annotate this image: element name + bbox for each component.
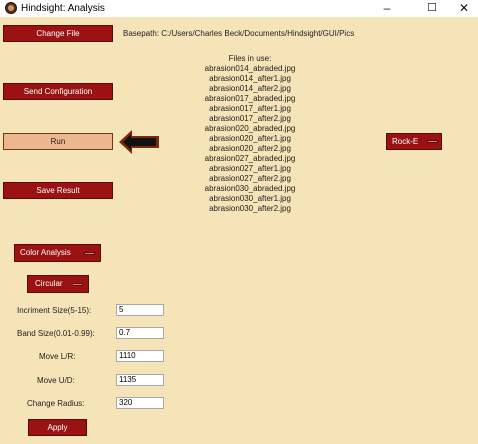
increment-size-label: Incriment Size(5-15): (17, 306, 92, 315)
run-button[interactable]: Run (3, 133, 113, 150)
file-item: abrasion020_abraded.jpg (204, 124, 296, 133)
maximize-button[interactable]: ☐ (415, 0, 449, 17)
analysis-type-menu[interactable]: Color Analysis (14, 244, 101, 262)
change-radius-label: Change Radius: (27, 399, 85, 408)
increment-size-input[interactable]: 5 (116, 304, 164, 316)
file-item: abrasion017_after1.jpg (209, 104, 291, 113)
band-size-label: Band Size(0.01-0.99): (17, 329, 95, 338)
file-item: abrasion027_after1.jpg (209, 164, 291, 173)
band-size-input[interactable]: 0.7 (116, 327, 164, 339)
file-item: abrasion014_after2.jpg (209, 84, 291, 93)
window-title: Hindsight: Analysis (21, 3, 105, 14)
shape-label: Circular (35, 279, 63, 288)
file-item: abrasion027_abraded.jpg (204, 154, 296, 163)
file-item: abrasion030_after1.jpg (209, 194, 291, 203)
file-item: abrasion030_after2.jpg (209, 204, 291, 213)
file-item: abrasion014_after1.jpg (209, 74, 291, 83)
left-arrow-icon (119, 130, 159, 154)
files-header: Files in use: (228, 54, 272, 63)
basepath-label: Basepath: C:/Users/Charles Beck/Document… (123, 29, 355, 38)
title-bar: Hindsight: Analysis – ☐ ✕ (0, 0, 478, 17)
file-list: abrasion014_abraded.jpg abrasion014_afte… (180, 64, 320, 214)
change-file-button[interactable]: Change File (3, 25, 113, 42)
move-lr-input[interactable]: 1110 (116, 350, 164, 362)
dropdown-indicator-icon (84, 252, 95, 255)
rock-type-label: Rock-E (392, 137, 419, 146)
file-item: abrasion017_abraded.jpg (204, 94, 296, 103)
file-item: abrasion027_after2.jpg (209, 174, 291, 183)
file-item: abrasion020_after1.jpg (209, 134, 291, 143)
move-ud-label: Move U/D: (37, 376, 75, 385)
save-result-button[interactable]: Save Result (3, 182, 113, 199)
shape-menu[interactable]: Circular (27, 275, 89, 293)
move-ud-input[interactable]: 1135 (116, 374, 164, 386)
file-item: abrasion020_after2.jpg (209, 144, 291, 153)
minimize-button[interactable]: – (370, 0, 404, 17)
close-button[interactable]: ✕ (447, 0, 478, 17)
app-icon (5, 2, 17, 14)
send-configuration-button[interactable]: Send Configuration (3, 83, 113, 100)
file-item: abrasion014_abraded.jpg (204, 64, 296, 73)
file-item: abrasion017_after2.jpg (209, 114, 291, 123)
apply-button[interactable]: Apply (28, 419, 87, 436)
analysis-type-label: Color Analysis (20, 248, 71, 257)
file-item: abrasion030_abraded.jpg (204, 184, 296, 193)
dropdown-indicator-icon (72, 283, 83, 286)
change-radius-input[interactable]: 320 (116, 397, 164, 409)
move-lr-label: Move L/R: (39, 352, 76, 361)
dropdown-indicator-icon (427, 140, 438, 143)
rock-type-menu[interactable]: Rock-E (386, 133, 442, 150)
